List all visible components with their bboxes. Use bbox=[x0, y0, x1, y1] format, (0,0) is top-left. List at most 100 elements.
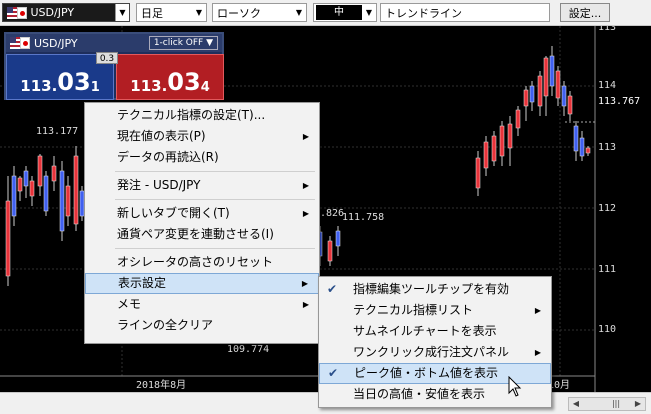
candle-body bbox=[17, 177, 23, 192]
chevron-down-icon[interactable]: ▼ bbox=[115, 4, 129, 21]
menu-item-memo[interactable]: メモ ▶ bbox=[85, 294, 319, 315]
chevron-down-icon[interactable]: ▼ bbox=[292, 4, 306, 21]
candle-body bbox=[537, 75, 543, 107]
candle-body bbox=[59, 170, 65, 232]
candle-body bbox=[529, 85, 535, 103]
candle-body bbox=[65, 185, 71, 217]
submenu-item-label: ワンクリック成行注文パネル bbox=[353, 345, 510, 359]
menu-item-label: 通貨ペア変更を連動させる(I) bbox=[117, 227, 274, 241]
submenu-item-indicator-tooltip[interactable]: ✔ 指標編集ツールチップを有効 bbox=[319, 279, 551, 300]
price-label-111: 111 bbox=[598, 264, 617, 275]
rate-panel-pair: USD/JPY bbox=[34, 36, 78, 50]
ask-tail: 4 bbox=[200, 80, 210, 95]
candle-body bbox=[11, 175, 17, 217]
candle-body bbox=[43, 175, 49, 212]
candle-body bbox=[5, 200, 11, 277]
menu-separator bbox=[115, 171, 315, 172]
horizontal-scrollbar[interactable]: ◀ ||| ▶ bbox=[568, 397, 646, 411]
current-price-label: 113.767 bbox=[598, 96, 641, 107]
submenu-arrow-icon: ▶ bbox=[302, 132, 309, 141]
scroll-thumb-icon[interactable]: ||| bbox=[609, 398, 623, 410]
candle-body bbox=[475, 157, 481, 189]
menu-separator bbox=[115, 248, 315, 249]
price-label-114: 114 bbox=[598, 80, 617, 91]
menu-separator bbox=[115, 199, 315, 200]
date-label-aug: 2018年8月 bbox=[136, 380, 187, 391]
candle-body bbox=[573, 125, 579, 152]
menu-item-label: 新しいタブで開く(T) bbox=[117, 206, 230, 220]
context-menu: テクニカル指標の設定(T)... 現在値の表示(P) ▶ データの再読込(R) 発… bbox=[84, 102, 320, 344]
submenu-item-label: 当日の高値・安値を表示 bbox=[353, 387, 486, 401]
menu-item-reset-oscillator-height[interactable]: オシレータの高さのリセット bbox=[85, 252, 319, 273]
submenu-item-label: ピーク値・ボトム値を表示 bbox=[354, 366, 499, 380]
chevron-down-icon[interactable]: ▼ bbox=[192, 4, 206, 21]
color-swatch: 中 bbox=[316, 5, 362, 20]
peak-annotation-2: .826 bbox=[320, 208, 345, 219]
menu-item-technical-settings[interactable]: テクニカル指標の設定(T)... bbox=[85, 105, 319, 126]
menu-item-clear-all-lines[interactable]: ラインの全クリア bbox=[85, 315, 319, 336]
price-label-110: 110 bbox=[598, 324, 617, 335]
candle-body bbox=[51, 165, 57, 182]
scroll-left-icon[interactable]: ◀ bbox=[569, 398, 583, 410]
one-click-toggle[interactable]: 1-click OFF ▼ bbox=[148, 36, 218, 50]
candle-body bbox=[23, 170, 29, 187]
menu-item-show-current-price[interactable]: 現在値の表示(P) ▶ bbox=[85, 126, 319, 147]
pair-select-label: USD/JPY bbox=[30, 6, 75, 19]
submenu-item-label: テクニカル指標リスト bbox=[353, 303, 474, 317]
candle-body bbox=[491, 135, 497, 162]
candle-body bbox=[37, 155, 43, 187]
menu-item-reload-data[interactable]: データの再読込(R) bbox=[85, 147, 319, 168]
bid-head: 113. bbox=[20, 77, 58, 95]
timeframe-select[interactable]: 日足 ▼ bbox=[136, 3, 207, 22]
menu-item-label: テクニカル指標の設定(T)... bbox=[117, 108, 266, 122]
drawing-tool-select[interactable]: トレンドライン bbox=[380, 3, 550, 22]
candle-body bbox=[335, 230, 341, 247]
currency-pair-select[interactable]: USD/JPY ▼ bbox=[2, 3, 130, 22]
candle-body bbox=[549, 55, 555, 87]
candle-body bbox=[561, 85, 567, 107]
candle-body bbox=[483, 141, 489, 169]
candle-body bbox=[543, 57, 549, 97]
candle-body bbox=[555, 70, 561, 99]
candle-body bbox=[499, 125, 505, 157]
menu-item-label: ラインの全クリア bbox=[117, 318, 214, 332]
checkmark-icon: ✔ bbox=[328, 366, 339, 380]
menu-item-label: メモ bbox=[117, 297, 142, 311]
candle-body bbox=[507, 123, 513, 149]
submenu-item-one-click-panel[interactable]: ワンクリック成行注文パネル ▶ bbox=[319, 342, 551, 363]
ask-big: 03 bbox=[167, 68, 201, 96]
settings-button[interactable]: 設定... bbox=[560, 3, 610, 22]
menu-item-label: 現在値の表示(P) bbox=[117, 129, 206, 143]
menu-item-label: 発注 - USD/JPY bbox=[117, 178, 201, 192]
scroll-right-icon[interactable]: ▶ bbox=[631, 398, 645, 410]
peak-annotation: 113.177 bbox=[36, 126, 79, 137]
submenu-arrow-icon: ▶ bbox=[302, 181, 309, 190]
ask-button[interactable]: 113. 03 4 bbox=[116, 54, 224, 100]
candle-body bbox=[567, 95, 573, 115]
submenu-item-label: 指標編集ツールチップを有効 bbox=[353, 282, 510, 296]
candle-body bbox=[585, 147, 591, 154]
chart-type-select[interactable]: ローソク ▼ bbox=[212, 3, 307, 22]
submenu-arrow-icon: ▶ bbox=[302, 300, 309, 309]
timeframe-label: 日足 bbox=[141, 6, 163, 20]
menu-item-label: データの再読込(R) bbox=[117, 150, 219, 164]
chevron-down-icon[interactable]: ▼ bbox=[362, 4, 376, 21]
submenu-item-label: サムネイルチャートを表示 bbox=[353, 324, 497, 338]
menu-item-open-new-tab[interactable]: 新しいタブで開く(T) ▶ bbox=[85, 203, 319, 224]
menu-item-label: オシレータの高さのリセット bbox=[117, 255, 274, 269]
submenu-item-thumbnail-chart[interactable]: サムネイルチャートを表示 bbox=[319, 321, 551, 342]
price-label-113: 113 bbox=[598, 26, 617, 33]
submenu-arrow-icon: ▶ bbox=[534, 348, 541, 357]
price-label-112: 112 bbox=[598, 203, 617, 214]
candle-color-select[interactable]: 中 ▼ bbox=[313, 3, 377, 22]
menu-item-link-pair-change[interactable]: 通貨ペア変更を連動させる(I) bbox=[85, 224, 319, 245]
rate-panel: USD/JPY 1-click OFF ▼ 0.3 113. 03 1 113.… bbox=[4, 32, 224, 100]
toolbar: USD/JPY ▼ 日足 ▼ ローソク ▼ 中 ▼ トレンドライン 設定... bbox=[0, 0, 651, 26]
submenu-arrow-icon: ▶ bbox=[534, 306, 541, 315]
candle-body bbox=[327, 240, 333, 262]
menu-item-order[interactable]: 発注 - USD/JPY ▶ bbox=[85, 175, 319, 196]
candle-body bbox=[579, 137, 585, 157]
candle-body bbox=[515, 109, 521, 129]
menu-item-display-settings[interactable]: 表示設定 ▶ bbox=[85, 273, 319, 294]
submenu-item-technical-list[interactable]: テクニカル指標リスト ▶ bbox=[319, 300, 551, 321]
